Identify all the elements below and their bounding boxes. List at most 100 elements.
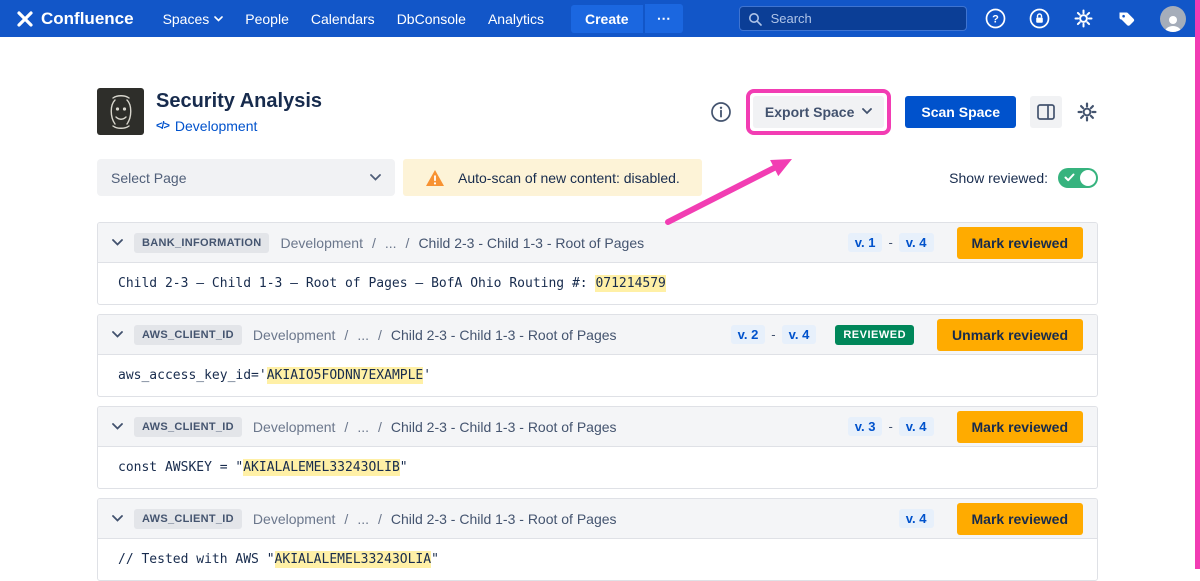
version-range: v. 4 <box>899 509 934 528</box>
chevron-down-icon[interactable] <box>112 239 123 246</box>
finding-type-badge: AWS_CLIENT_ID <box>134 509 242 529</box>
secret-highlight: AKIALALEMEL33243OLIA <box>275 551 432 568</box>
version-link[interactable]: v. 4 <box>899 509 934 528</box>
code-icon: </> <box>156 120 169 132</box>
finding-snippet: Child 2-3 – Child 1-3 – Root of Pages – … <box>98 263 1097 304</box>
breadcrumb-space[interactable]: Development <box>280 235 363 251</box>
mark-reviewed-button[interactable]: Mark reviewed <box>957 411 1084 443</box>
secret-highlight: AKIALALEMEL33243OLIB <box>243 459 400 476</box>
chevron-down-icon[interactable] <box>112 515 123 522</box>
unmark-reviewed-button[interactable]: Unmark reviewed <box>937 319 1083 351</box>
scan-space-button[interactable]: Scan Space <box>905 96 1016 128</box>
breadcrumb-space[interactable]: Development <box>253 327 336 343</box>
chevron-down-icon <box>862 108 872 115</box>
top-navigation: Confluence Spaces People Calendars DbCon… <box>0 0 1200 37</box>
version-link[interactable]: v. 4 <box>782 325 817 344</box>
version-link[interactable]: v. 3 <box>848 417 883 436</box>
breadcrumb-ellipsis[interactable]: ... <box>385 235 397 251</box>
breadcrumb: Development / ... / Child 2-3 - Child 1-… <box>253 327 617 343</box>
export-space-button[interactable]: Export Space <box>753 96 884 128</box>
nav-more-button[interactable]: ⋯ <box>645 4 683 33</box>
version-range: v. 3 - v. 4 <box>848 417 934 436</box>
version-range: v. 2 - v. 4 <box>731 325 817 344</box>
breadcrumb: Development / ... / Child 2-3 - Child 1-… <box>253 419 617 435</box>
version-range: v. 1 - v. 4 <box>848 233 934 252</box>
sidebar-layout-button[interactable] <box>1030 96 1062 128</box>
secret-highlight: 071214579 <box>595 275 665 292</box>
svg-text:?: ? <box>992 14 999 26</box>
tag-icon[interactable] <box>1116 8 1138 30</box>
breadcrumb: Development / ... / Child 2-3 - Child 1-… <box>280 235 644 251</box>
space-settings-button[interactable] <box>1076 101 1098 123</box>
annotation-highlight-box: Export Space <box>746 89 891 135</box>
nav-item-analytics[interactable]: Analytics <box>477 6 555 32</box>
select-page-dropdown[interactable]: Select Page <box>97 159 395 196</box>
user-avatar[interactable] <box>1160 6 1186 32</box>
gear-icon[interactable] <box>1072 8 1094 30</box>
space-titles: Security Analysis </> Development <box>156 90 322 134</box>
breadcrumb: Development / ... / Child 2-3 - Child 1-… <box>253 511 617 527</box>
help-icon[interactable]: ? <box>984 8 1006 30</box>
breadcrumb-space[interactable]: Development <box>253 419 336 435</box>
version-link[interactable]: v. 1 <box>848 233 883 252</box>
finding-snippet: aws_access_key_id='AKIAIO5FODNN7EXAMPLE' <box>98 355 1097 396</box>
finding-snippet: const AWSKEY = "AKIALALEMEL33243OLIB" <box>98 447 1097 488</box>
finding-header[interactable]: AWS_CLIENT_ID Development / ... / Child … <box>98 499 1097 539</box>
finding-type-badge: BANK_INFORMATION <box>134 233 269 253</box>
breadcrumb-page[interactable]: Child 2-3 - Child 1-3 - Root of Pages <box>391 419 617 435</box>
info-icon[interactable] <box>710 101 732 123</box>
breadcrumb-ellipsis[interactable]: ... <box>357 327 369 343</box>
annotation-border-edge <box>1195 0 1200 569</box>
search-input[interactable] <box>769 10 939 27</box>
mark-reviewed-button[interactable]: Mark reviewed <box>957 503 1084 535</box>
columns-icon <box>1037 104 1055 120</box>
chevron-down-icon <box>214 16 223 22</box>
finding-card: BANK_INFORMATION Development / ... / Chi… <box>97 222 1098 305</box>
findings-list: BANK_INFORMATION Development / ... / Chi… <box>97 222 1098 581</box>
gear-icon <box>1076 101 1098 123</box>
warning-text: Auto-scan of new content: disabled. <box>458 170 680 186</box>
finding-card: AWS_CLIENT_ID Development / ... / Child … <box>97 406 1098 489</box>
finding-snippet: // Tested with AWS "AKIALALEMEL33243OLIA… <box>98 539 1097 580</box>
confluence-logo-icon <box>16 10 34 28</box>
check-icon <box>1064 172 1075 183</box>
nav-item-spaces[interactable]: Spaces <box>152 6 235 32</box>
breadcrumb-ellipsis[interactable]: ... <box>357 419 369 435</box>
version-link[interactable]: v. 4 <box>899 417 934 436</box>
show-reviewed-label: Show reviewed: <box>949 170 1048 186</box>
search-icon <box>748 12 762 26</box>
show-reviewed-control: Show reviewed: <box>949 168 1098 188</box>
finding-header[interactable]: AWS_CLIENT_ID Development / ... / Child … <box>98 407 1097 447</box>
warning-icon <box>425 169 445 187</box>
breadcrumb-page[interactable]: Child 2-3 - Child 1-3 - Root of Pages <box>391 327 617 343</box>
space-avatar[interactable] <box>97 88 144 135</box>
chevron-down-icon[interactable] <box>112 331 123 338</box>
lock-icon[interactable] <box>1028 8 1050 30</box>
finding-header[interactable]: BANK_INFORMATION Development / ... / Chi… <box>98 223 1097 263</box>
nav-item-dbconsole[interactable]: DbConsole <box>386 6 477 32</box>
space-breadcrumb-link[interactable]: Development <box>175 118 258 134</box>
mark-reviewed-button[interactable]: Mark reviewed <box>957 227 1084 259</box>
header-actions: Export Space Scan Space <box>710 89 1098 135</box>
reviewed-badge: REVIEWED <box>835 325 914 345</box>
version-link[interactable]: v. 2 <box>731 325 766 344</box>
breadcrumb-page[interactable]: Child 2-3 - Child 1-3 - Root of Pages <box>391 511 617 527</box>
finding-header[interactable]: AWS_CLIENT_ID Development / ... / Child … <box>98 315 1097 355</box>
chevron-down-icon[interactable] <box>112 423 123 430</box>
show-reviewed-toggle[interactable] <box>1058 168 1098 188</box>
autoscan-warning-banner: Auto-scan of new content: disabled. <box>403 159 702 196</box>
nav-item-calendars[interactable]: Calendars <box>300 6 386 32</box>
confluence-brand[interactable]: Confluence <box>16 9 134 29</box>
chevron-down-icon <box>370 174 381 181</box>
search-box[interactable] <box>739 6 967 31</box>
finding-card: AWS_CLIENT_ID Development / ... / Child … <box>97 314 1098 397</box>
version-link[interactable]: v. 4 <box>899 233 934 252</box>
nav-item-people[interactable]: People <box>234 6 300 32</box>
create-button[interactable]: Create <box>571 5 643 33</box>
brand-label: Confluence <box>41 9 134 29</box>
breadcrumb-ellipsis[interactable]: ... <box>357 511 369 527</box>
breadcrumb-space[interactable]: Development <box>253 511 336 527</box>
page-title: Security Analysis <box>156 90 322 113</box>
breadcrumb-page[interactable]: Child 2-3 - Child 1-3 - Root of Pages <box>418 235 644 251</box>
top-icons: ? <box>984 6 1186 32</box>
